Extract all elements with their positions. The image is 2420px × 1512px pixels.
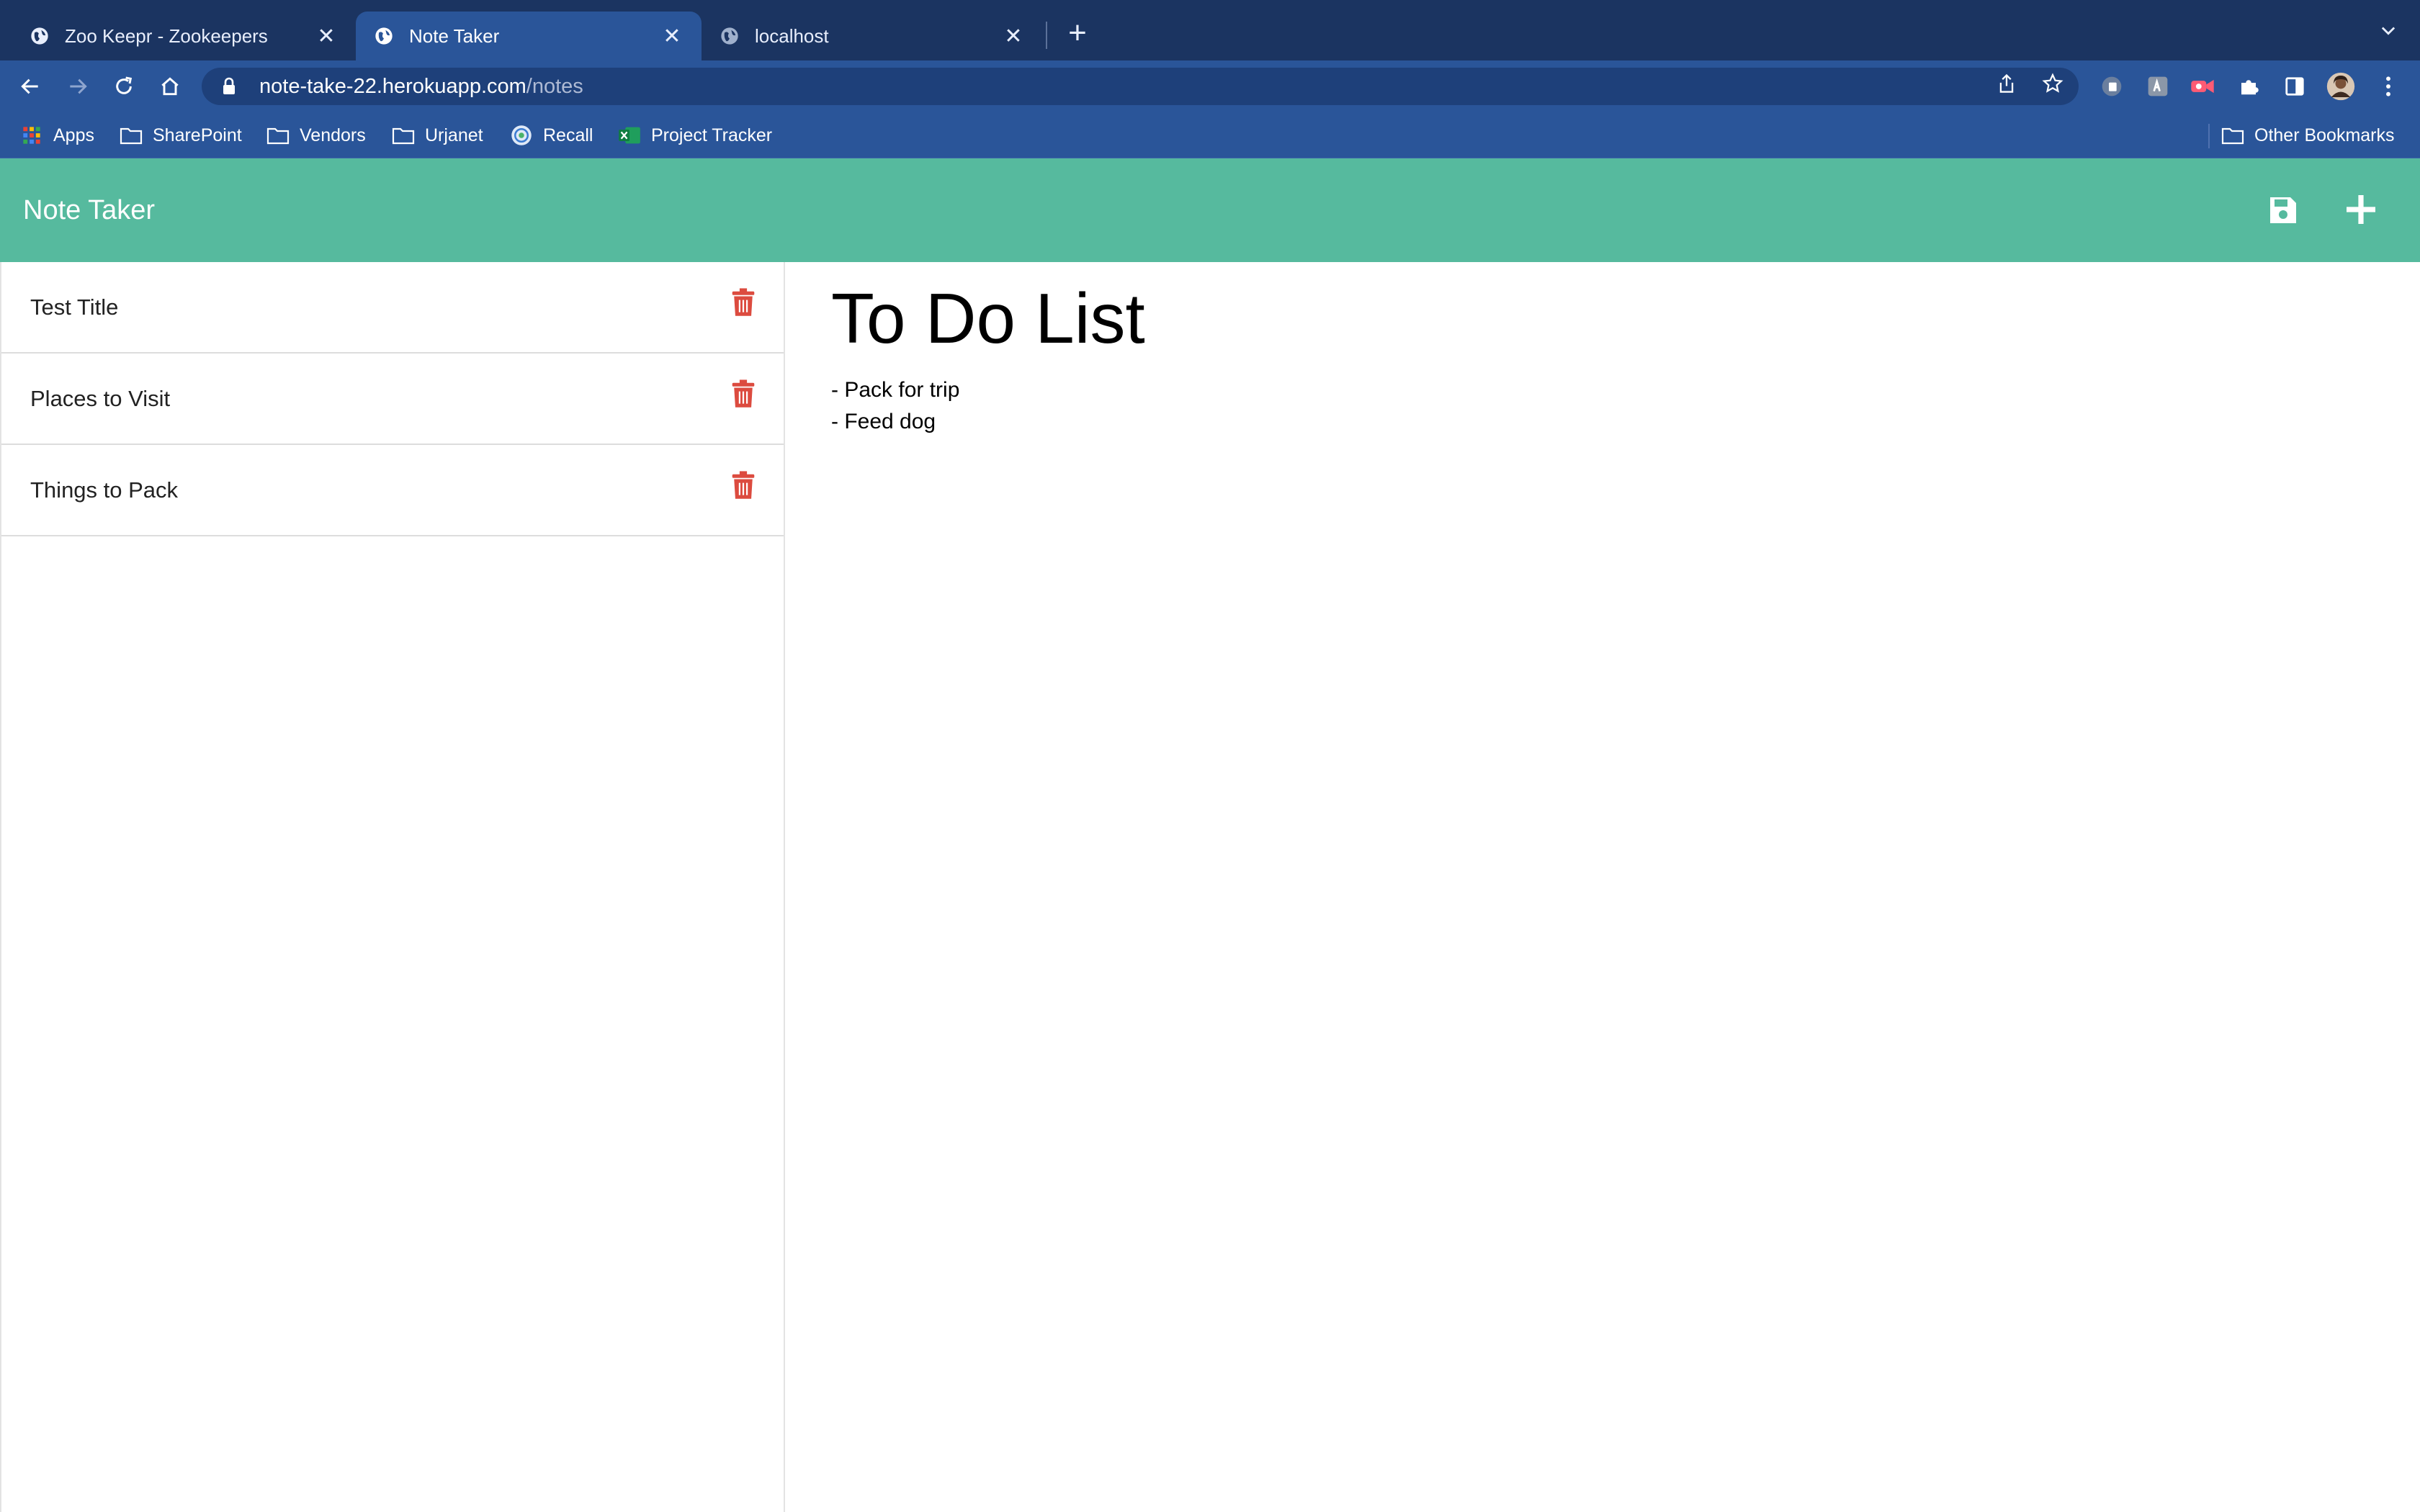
list-item[interactable]: Things to Pack	[1, 445, 784, 536]
list-item[interactable]: Places to Visit	[1, 354, 784, 445]
folder-icon	[120, 125, 143, 145]
note-title-input[interactable]: To Do List	[831, 278, 1145, 359]
lock-icon[interactable]	[219, 76, 239, 96]
globe-icon	[29, 25, 50, 47]
screen-recorder-icon[interactable]	[2188, 72, 2217, 101]
note-list: Test Title Places to Visit Things to Pac…	[0, 262, 785, 1512]
note-title: Test Title	[30, 294, 119, 320]
chrome-menu-icon[interactable]	[2374, 72, 2403, 101]
folder-icon	[266, 125, 290, 145]
folder-icon	[2221, 125, 2244, 145]
bookmark-label: Urjanet	[425, 125, 483, 145]
bookmark-recall[interactable]: Recall	[510, 112, 593, 158]
address-bar[interactable]: note-take-22.herokuapp.com/notes	[202, 68, 2079, 105]
tab-title: Note Taker	[409, 24, 500, 47]
back-button[interactable]	[14, 71, 46, 102]
bookmarks-bar: Apps SharePoint Vendors Urjanet Recall P…	[0, 112, 2420, 158]
reload-button[interactable]	[108, 71, 140, 102]
apps-grid-icon	[20, 125, 43, 145]
tab-localhost[interactable]: localhost ✕	[702, 12, 1043, 60]
note-text-area[interactable]: - Pack for trip - Feed dog	[831, 374, 959, 438]
bookmark-label: Recall	[543, 125, 593, 145]
bookmark-star-icon[interactable]	[2038, 69, 2067, 98]
delete-note-icon[interactable]	[730, 287, 756, 318]
side-panel-icon[interactable]	[2280, 72, 2309, 101]
bookmark-label: Apps	[53, 125, 94, 145]
bookmark-label: Other Bookmarks	[2254, 125, 2395, 145]
close-tab-icon[interactable]: ✕	[660, 24, 684, 48]
list-item[interactable]: Test Title	[1, 262, 784, 354]
bookmark-label: Project Tracker	[651, 125, 773, 145]
extension-icon[interactable]	[2097, 72, 2126, 101]
close-tab-icon[interactable]: ✕	[1001, 24, 1026, 48]
tab-zoo-keepr[interactable]: Zoo Keepr - Zookeepers ✕	[0, 12, 356, 60]
tab-title: localhost	[755, 24, 829, 47]
tab-title: Zoo Keepr - Zookeepers	[65, 24, 268, 47]
globe-icon	[373, 25, 395, 47]
tab-note-taker[interactable]: Note Taker ✕	[356, 12, 702, 60]
forward-button[interactable]	[62, 71, 94, 102]
bookmark-label: SharePoint	[153, 125, 242, 145]
save-note-button[interactable]	[2264, 190, 2302, 230]
extension-icon[interactable]	[2143, 72, 2172, 101]
tab-separator	[1046, 22, 1047, 49]
close-tab-icon[interactable]: ✕	[314, 24, 339, 48]
note-editor: To Do List - Pack for trip - Feed dog	[786, 262, 2420, 1512]
note-title: Things to Pack	[30, 477, 179, 503]
app-navbar: Note Taker	[0, 158, 2420, 262]
profile-avatar[interactable]	[2326, 72, 2355, 101]
bookmark-other-bookmarks[interactable]: Other Bookmarks	[2221, 112, 2395, 158]
bookmark-sharepoint[interactable]: SharePoint	[120, 112, 242, 158]
delete-note-icon[interactable]	[730, 469, 756, 501]
browser-tab-strip: Zoo Keepr - Zookeepers ✕ Note Taker ✕ lo…	[0, 0, 2420, 60]
note-title: Places to Visit	[30, 385, 171, 411]
excel-icon	[618, 125, 641, 145]
browser-toolbar: note-take-22.herokuapp.com/notes	[0, 60, 2420, 112]
extensions-puzzle-icon[interactable]	[2234, 72, 2263, 101]
bookmark-vendors[interactable]: Vendors	[266, 112, 366, 158]
recall-icon	[510, 125, 533, 145]
globe-icon	[719, 25, 740, 47]
new-note-button[interactable]	[2341, 189, 2381, 230]
bookmark-label: Vendors	[300, 125, 366, 145]
bookmark-urjanet[interactable]: Urjanet	[392, 112, 483, 158]
delete-note-icon[interactable]	[730, 378, 756, 410]
share-icon[interactable]	[1992, 69, 2021, 98]
tab-search-chevron-icon[interactable]	[2375, 20, 2401, 46]
home-button[interactable]	[154, 71, 186, 102]
folder-icon	[392, 125, 415, 145]
new-tab-button[interactable]: +	[1063, 17, 1092, 49]
bookmark-separator	[2208, 124, 2210, 148]
app-title[interactable]: Note Taker	[23, 158, 155, 262]
plus-icon	[2347, 195, 2375, 224]
save-icon	[2270, 197, 2296, 223]
bookmark-project-tracker[interactable]: Project Tracker	[618, 112, 772, 158]
bookmark-apps[interactable]: Apps	[20, 112, 94, 158]
url-path: /notes	[526, 74, 583, 98]
url-host: note-take-22.herokuapp.com	[259, 74, 526, 98]
